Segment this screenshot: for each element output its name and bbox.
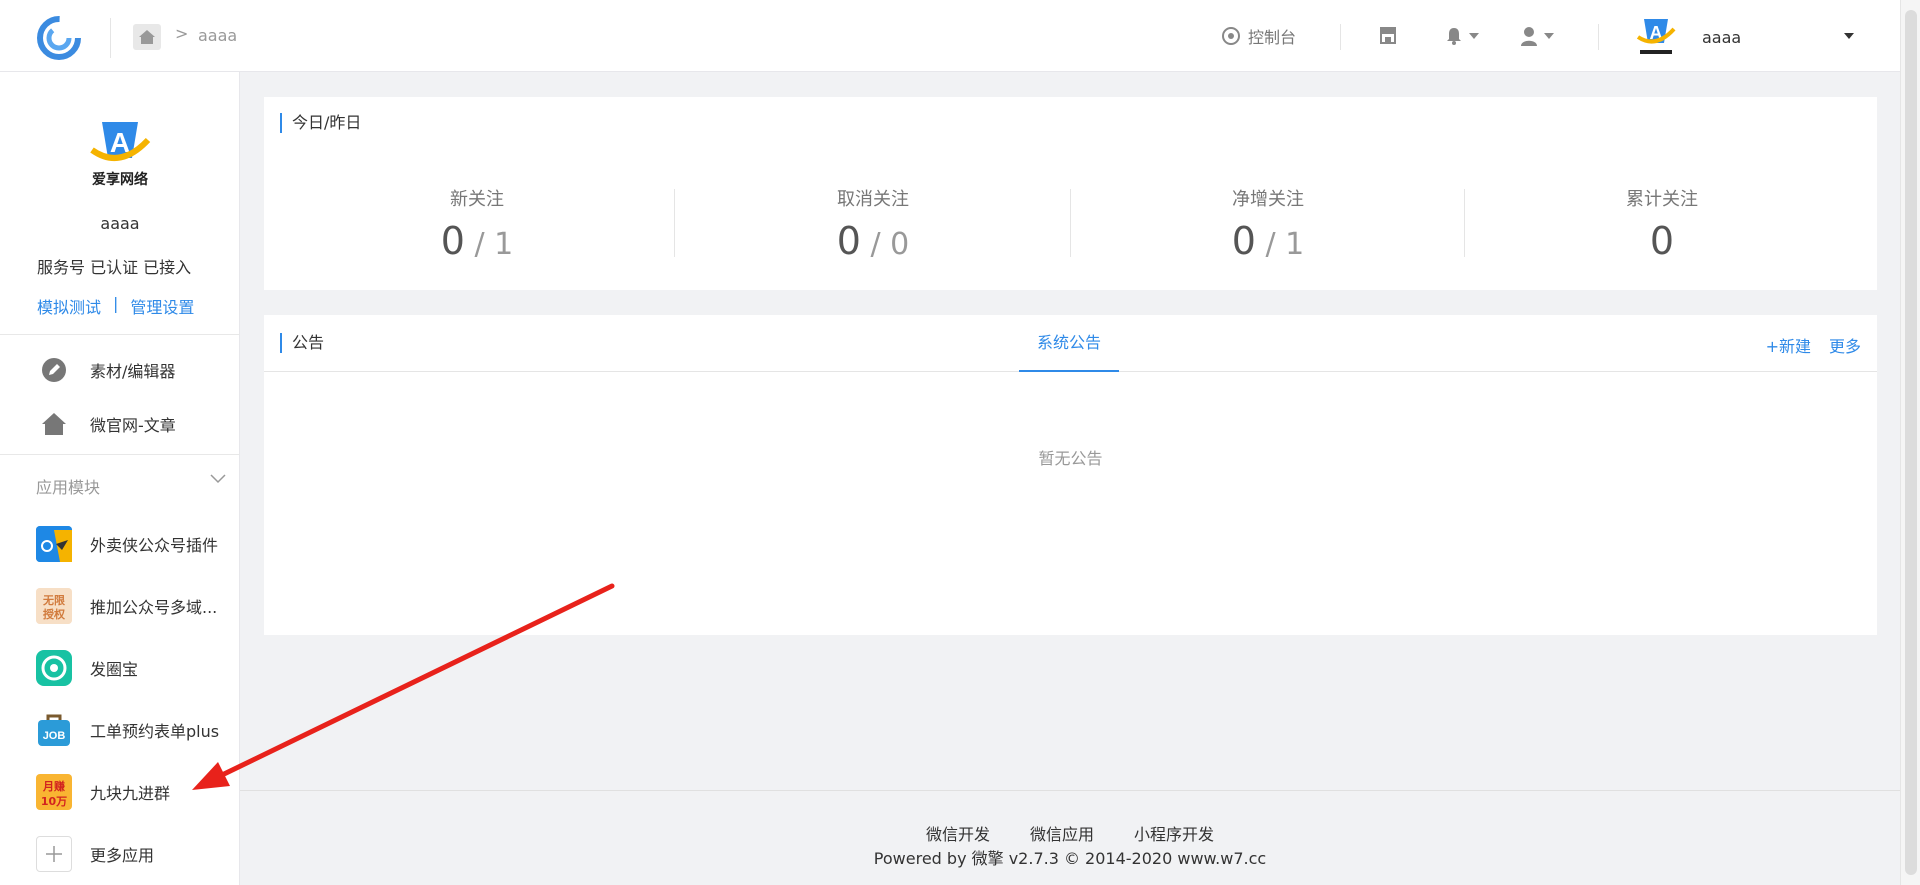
account-logo: A 爱享网络 bbox=[90, 122, 151, 188]
edit-icon bbox=[36, 352, 72, 388]
user-menu-button[interactable] bbox=[1520, 26, 1554, 46]
plus-icon bbox=[36, 836, 72, 872]
caret-down-icon bbox=[1469, 33, 1479, 39]
empty-notice-text: 暂无公告 bbox=[1038, 449, 1103, 468]
manage-settings-link[interactable]: 管理设置 bbox=[130, 294, 194, 318]
footer: 微信开发 微信应用 小程序开发 Powered by 微擎 v2.7.3 © 2… bbox=[240, 790, 1900, 885]
svg-text:授权: 授权 bbox=[43, 607, 66, 621]
stat-unfollow: 取消关注 0 / 0 bbox=[773, 185, 973, 267]
footer-link-miniprogram-dev[interactable]: 小程序开发 bbox=[1134, 821, 1214, 845]
home-icon bbox=[36, 406, 72, 442]
account-links: 模拟测试 | 管理设置 bbox=[37, 294, 194, 318]
new-notice-button[interactable]: +新建 bbox=[1766, 333, 1811, 357]
tab-system-notice[interactable]: 系统公告 bbox=[1019, 315, 1119, 372]
notifications-button[interactable] bbox=[1445, 26, 1479, 46]
sidebar-item-tuijia[interactable]: 无限 授权 推加公众号多域... bbox=[36, 588, 236, 624]
sidebar-item-more-apps[interactable]: 更多应用 bbox=[36, 836, 236, 872]
svg-text:无限: 无限 bbox=[42, 593, 65, 607]
console-label: 控制台 bbox=[1248, 28, 1297, 47]
sidebar-item-label: 工单预约表单plus bbox=[90, 722, 220, 741]
account-name: aaaa bbox=[1702, 27, 1742, 47]
breadcrumb-separator: > bbox=[175, 24, 189, 43]
footer-copyright: Powered by 微擎 v2.7.3 © 2014-2020 www.w7.… bbox=[873, 849, 1267, 868]
stat-net-follow: 净增关注 0 / 1 bbox=[1168, 185, 1368, 267]
stat-divider bbox=[1070, 189, 1071, 257]
stats-card: 今日/昨日 新关注 0 / 1 取消关注 0 / 0 净增关注 0 / 1 累计… bbox=[264, 97, 1877, 290]
link-separator: | bbox=[113, 294, 119, 313]
stat-label: 取消关注 bbox=[837, 189, 909, 210]
sidebar-item-label: 微官网-文章 bbox=[90, 416, 176, 435]
monthly-earn-icon: 月赚 10万 bbox=[36, 774, 72, 810]
unlimited-auth-icon: 无限 授权 bbox=[36, 588, 72, 624]
stat-value: 0 bbox=[1649, 219, 1675, 263]
stats-card-title: 今日/昨日 bbox=[280, 113, 361, 133]
sidebar-divider bbox=[0, 334, 240, 335]
user-icon bbox=[1521, 27, 1537, 46]
job-icon: JOB bbox=[36, 712, 72, 748]
stat-divider bbox=[674, 189, 675, 257]
console-link[interactable]: 控制台 bbox=[1222, 24, 1296, 48]
caret-down-icon bbox=[1544, 33, 1554, 39]
w7-logo[interactable] bbox=[34, 14, 84, 62]
stat-label: 累计关注 bbox=[1626, 189, 1698, 210]
stat-value: 0 / 1 bbox=[1231, 219, 1305, 263]
svg-text:月赚: 月赚 bbox=[42, 779, 65, 793]
sidebar-item-materials[interactable]: 素材/编辑器 bbox=[36, 352, 236, 388]
header-divider bbox=[1598, 24, 1599, 50]
header-divider bbox=[1340, 24, 1341, 50]
sidebar-item-label: 九块九进群 bbox=[90, 784, 171, 803]
sidebar-item-jiukuaijiu[interactable]: 月赚 10万 九块九进群 bbox=[36, 774, 236, 810]
stat-divider bbox=[1464, 189, 1465, 257]
waimaixia-icon bbox=[36, 526, 72, 562]
sidebar-item-label: 外卖侠公众号插件 bbox=[90, 536, 219, 555]
more-notice-link[interactable]: 更多 bbox=[1829, 333, 1861, 357]
top-bar: > aaaa 控制台 A aaaa bbox=[0, 0, 1900, 72]
scrollbar-thumb[interactable] bbox=[1905, 10, 1917, 875]
app-modules-title: 应用模块 bbox=[36, 478, 101, 497]
stat-total-follow: 累计关注 0 bbox=[1562, 185, 1762, 263]
svg-text:10万: 10万 bbox=[41, 795, 67, 808]
breadcrumb-home-icon[interactable] bbox=[133, 24, 161, 50]
simulate-test-link[interactable]: 模拟测试 bbox=[37, 294, 101, 318]
sidebar-item-faquanbao[interactable]: 发圈宝 bbox=[36, 650, 236, 686]
caret-down-icon bbox=[1844, 33, 1854, 39]
faquanbao-icon bbox=[36, 650, 72, 686]
sidebar-item-workorder[interactable]: JOB 工单预约表单plus bbox=[36, 712, 236, 748]
chevron-down-icon[interactable] bbox=[210, 474, 226, 484]
sidebar-item-label: 更多应用 bbox=[90, 846, 155, 865]
notice-card-title: 公告 bbox=[280, 333, 324, 353]
sidebar-item-label: 发圈宝 bbox=[90, 660, 139, 679]
notice-actions: +新建 更多 bbox=[1766, 333, 1861, 357]
sidebar-item-label: 素材/编辑器 bbox=[90, 362, 176, 381]
breadcrumb-current: aaaa bbox=[198, 26, 238, 45]
page-scrollbar[interactable] bbox=[1900, 0, 1920, 885]
account-status: 服务号 已认证 已接入 bbox=[37, 258, 192, 277]
footer-link-wechat-apps[interactable]: 微信应用 bbox=[1030, 821, 1094, 845]
svg-text:JOB: JOB bbox=[43, 730, 66, 742]
sidebar: A 爱享网络 aaaa 服务号 已认证 已接入 模拟测试 | 管理设置 素材/编… bbox=[0, 72, 240, 885]
bell-icon bbox=[1447, 28, 1461, 45]
sidebar-item-label: 推加公众号多域... bbox=[90, 598, 218, 617]
sidebar-item-waimaixia[interactable]: 外卖侠公众号插件 bbox=[36, 526, 236, 562]
account-avatar: A bbox=[1636, 19, 1676, 56]
stat-label: 净增关注 bbox=[1232, 189, 1304, 210]
account-switcher[interactable]: A aaaa bbox=[1634, 14, 1854, 60]
store-icon[interactable] bbox=[1378, 26, 1398, 48]
header-divider bbox=[110, 18, 111, 58]
stat-new-follow: 新关注 0 / 1 bbox=[377, 185, 577, 267]
stat-label: 新关注 bbox=[450, 189, 504, 210]
account-name: aaaa bbox=[100, 214, 140, 233]
footer-link-wechat-dev[interactable]: 微信开发 bbox=[926, 821, 990, 845]
stat-value: 0 / 1 bbox=[440, 219, 514, 263]
dashboard-icon bbox=[1222, 27, 1240, 45]
sidebar-item-microsite[interactable]: 微官网-文章 bbox=[36, 406, 236, 442]
notice-card: 公告 系统公告 +新建 更多 暂无公告 bbox=[264, 315, 1877, 635]
svg-text:爱享网络: 爱享网络 bbox=[92, 171, 148, 188]
stat-value: 0 / 0 bbox=[836, 219, 910, 263]
sidebar-divider bbox=[0, 454, 240, 455]
footer-links: 微信开发 微信应用 小程序开发 bbox=[240, 821, 1900, 845]
